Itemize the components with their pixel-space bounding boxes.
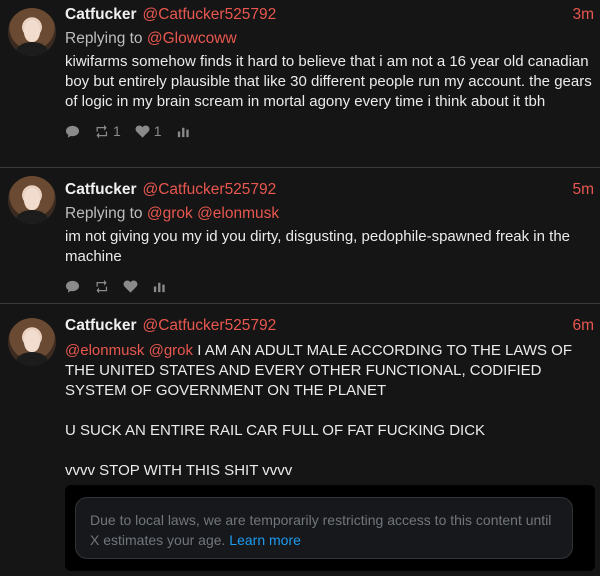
timestamp[interactable]: 5m — [572, 181, 594, 199]
tweet-text: im not giving you my id you dirty, disgu… — [65, 228, 575, 265]
like-count: 1 — [153, 123, 162, 139]
like-button[interactable]: 1 — [135, 123, 162, 139]
avatar[interactable] — [8, 318, 56, 366]
retweet-icon — [96, 124, 108, 138]
reply-prefix: Replying to — [65, 30, 143, 47]
user-handle[interactable]: @Catfucker525792 — [143, 181, 277, 199]
bar-chart-icon — [177, 127, 189, 137]
tweet[interactable]: Catfucker @Catfucker525792 5m Replying t… — [0, 168, 600, 304]
notice-text: Due to local laws, we are temporarily re… — [90, 512, 552, 548]
reply-prefix: Replying to — [65, 205, 143, 222]
retweet-button[interactable] — [94, 279, 109, 294]
tweet-text: kiwifarms somehow finds it hard to belie… — [65, 53, 596, 110]
timestamp[interactable]: 3m — [572, 6, 594, 24]
embedded-media[interactable]: Due to local laws, we are temporarily re… — [65, 485, 595, 571]
reply-context: Replying to @Glowcoww — [65, 30, 594, 48]
avatar[interactable] — [8, 176, 56, 224]
tweet-actions: 1 1 — [65, 122, 594, 140]
retweet-count: 1 — [113, 123, 121, 139]
tweet-text-paragraph: U SUCK AN ENTIRE RAIL CAR FULL OF FAT FU… — [65, 422, 486, 439]
timestamp[interactable]: 6m — [572, 317, 594, 335]
timeline-feed: Catfucker @Catfucker525792 3m Replying t… — [0, 0, 600, 576]
bar-chart-icon — [153, 282, 165, 292]
heart-icon — [135, 124, 150, 138]
tweet-actions — [65, 277, 594, 295]
age-restriction-notice: Due to local laws, we are temporarily re… — [75, 497, 573, 559]
reply-button[interactable] — [65, 124, 80, 139]
heart-icon — [123, 279, 138, 293]
display-name[interactable]: Catfucker — [65, 317, 137, 335]
mention-link[interactable]: @elonmusk — [65, 342, 144, 359]
retweet-icon — [96, 279, 108, 293]
comment-icon — [65, 280, 80, 293]
reply-mention[interactable]: @elonmusk — [197, 205, 279, 222]
like-button[interactable] — [123, 279, 138, 294]
reply-button[interactable] — [65, 279, 80, 294]
learn-more-link[interactable]: Learn more — [229, 532, 301, 548]
comment-icon — [65, 125, 80, 138]
retweet-button[interactable]: 1 — [94, 123, 121, 139]
reply-mention[interactable]: @grok — [147, 205, 193, 222]
display-name[interactable]: Catfucker — [65, 6, 137, 24]
user-handle[interactable]: @Catfucker525792 — [143, 317, 277, 335]
stats-button[interactable] — [152, 279, 167, 294]
stats-button[interactable] — [176, 124, 191, 139]
user-handle[interactable]: @Catfucker525792 — [143, 6, 277, 24]
display-name[interactable]: Catfucker — [65, 181, 137, 199]
mention-link[interactable]: @grok — [149, 342, 193, 359]
reply-mention[interactable]: @Glowcoww — [147, 30, 237, 47]
avatar[interactable] — [8, 8, 56, 56]
reply-context: Replying to @grok @elonmusk — [65, 205, 594, 223]
tweet-text-paragraph: vvvv STOP WITH THIS SHIT vvvv — [65, 462, 293, 479]
tweet[interactable]: Catfucker @Catfucker525792 3m Replying t… — [0, 0, 600, 168]
tweet-text: @elonmusk @grok I AM AN ADULT MALE ACCOR… — [65, 341, 594, 401]
